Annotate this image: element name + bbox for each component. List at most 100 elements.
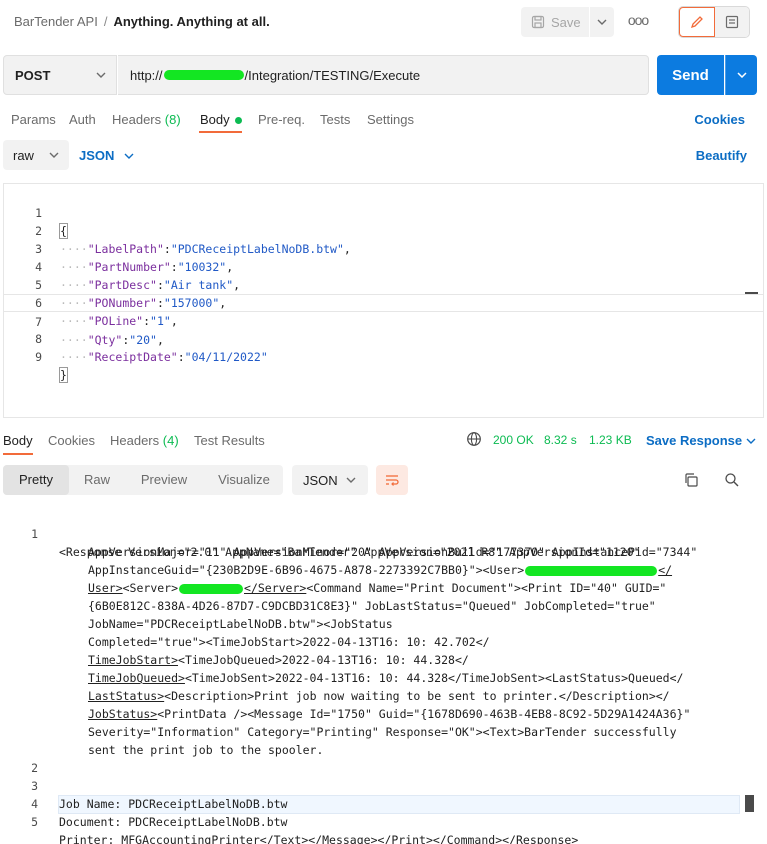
chevron-down-icon [49,152,59,158]
url-prefix: http:// [130,67,163,83]
chevron-down-icon [96,72,106,78]
body-indicator-dot [234,117,242,125]
response-line-wrap: {6B0E812C-838A-4D26-87D7-C9DCBD31C8E3}" … [0,579,767,613]
editor-line: 4 ····"PartDesc":"Air tank", [4,240,763,292]
send-dropdown-button[interactable] [725,55,757,95]
json-value: "04/11/2022" [184,350,268,364]
chevron-down-icon [597,19,607,25]
response-line: 3 Job Name: PDCReceiptLabelNoDB.btw [0,759,767,811]
response-line: 2 [0,741,767,775]
tab-auth[interactable]: Auth [69,112,96,127]
request-tabs: Params Auth Headers (8) Body Pre-req. Te… [0,108,767,136]
view-raw[interactable]: Raw [73,465,121,495]
tab-body[interactable]: Body [200,112,242,127]
search-icon[interactable] [724,472,740,488]
url-suffix: /Integration/TESTING/Execute [244,67,421,83]
code-text: </Text></Message></Print></Command></Res… [259,833,579,844]
save-response-button[interactable]: Save Response [646,433,756,448]
response-format-label: JSON [303,472,338,488]
response-tab-headers-count: (4) [162,433,179,448]
response-line-wrap: JobName="PDCReceiptLabelNoDB.btw"><JobSt… [0,597,767,631]
editor-line: 5 ····"PONumber":"157000", [4,258,763,310]
edit-view-button[interactable] [679,7,715,37]
more-icon: ooo [627,12,649,28]
response-line-wrap: Completed="true"><TimeJobStart>2022-04-1… [0,615,767,649]
request-name[interactable]: Anything. Anything at all. [113,14,269,29]
line-code: Document: PDCReceiptLabelNoDB.btw [59,815,288,829]
chevron-down-icon [346,477,356,483]
redaction-mark [163,70,244,80]
method-select[interactable]: POST [3,55,117,95]
view-visualize[interactable]: Visualize [207,465,281,495]
beautify-link[interactable]: Beautify [696,148,747,163]
body-language-label: JSON [79,148,115,163]
active-tab-indicator [199,131,242,133]
response-line-wrap: User><Server> </Server><Command Name="Pri… [0,561,767,595]
line-number: 5 [31,815,38,829]
response-tab-test-results[interactable]: Test Results [194,433,265,448]
editor-scroll-marker[interactable] [745,292,758,294]
response-line-wrap: JobStatus><PrintData /><Message Id="1750… [0,687,767,721]
response-format-select[interactable]: JSON [292,465,368,495]
pencil-icon [690,16,703,29]
copy-icon[interactable] [683,472,699,488]
breadcrumb: BarTender API / Anything. Anything at all. [14,14,270,29]
request-header: BarTender API / Anything. Anything at all.… [0,0,767,44]
close-brace: } [59,367,68,383]
line-code: } [59,366,68,384]
response-status[interactable]: 200 OK [493,433,534,447]
cookies-link[interactable]: Cookies [694,112,745,127]
tab-prerequest[interactable]: Pre-req. [258,112,305,127]
tab-settings[interactable]: Settings [367,112,414,127]
line-number: 9 [35,350,42,364]
response-line: 5 Printer: MFGAccountingPrinter</Text></… [0,795,767,844]
response-tab-headers-label: Headers [110,433,160,448]
editor-line: 2 ····"LabelPath":"PDCReceiptLabelNoDB.b… [4,204,763,256]
response-tab-cookies[interactable]: Cookies [48,433,95,448]
response-tab-body[interactable]: Body [3,433,33,448]
wrap-lines-button[interactable] [376,465,408,495]
tab-headers-count: (8) [164,112,181,127]
wrap-lines-icon [386,475,399,486]
response-line-wrap: LastStatus><Description>Print job now wa… [0,669,767,703]
save-button[interactable]: Save [521,7,589,37]
breadcrumb-collection[interactable]: BarTender API [14,14,98,29]
response-size[interactable]: 1.23 KB [589,433,632,447]
tab-headers[interactable]: Headers (8) [112,112,181,127]
documentation-view-button[interactable] [715,7,749,37]
request-body-editor[interactable]: 1 { 2 ····"LabelPath":"PDCReceiptLabelNo… [3,183,764,418]
body-language-select[interactable]: JSON [79,148,134,163]
editor-line-current: 7 ····"Qty":"20", [4,294,763,347]
response-line-wrap: TimeJobStart><TimeJobQueued>2022-04-13T1… [0,633,767,667]
editor-line: 1 { [4,186,763,239]
tab-params[interactable]: Params [11,112,56,127]
chevron-down-icon [736,72,747,78]
response-line-wrap: sent the print job to the spooler. [0,723,767,757]
save-label: Save [551,14,581,30]
response-line-wrap: TimeJobQueued><TimeJobSent>2022-04-13T16… [0,651,767,685]
tab-body-label: Body [200,112,230,127]
save-dropdown-button[interactable] [590,7,614,37]
view-toggle [678,6,750,38]
response-line-wrap: AppInstanceGuid="{230B2D9E-6B96-4675-A87… [0,543,767,577]
method-label: POST [15,67,51,83]
text-cursor [745,795,754,812]
globe-icon[interactable] [466,431,482,447]
chevron-down-icon [124,153,134,159]
tab-headers-label: Headers [112,112,162,127]
response-tab-headers[interactable]: Headers (4) [110,433,179,448]
tab-tests[interactable]: Tests [320,112,350,127]
response-time[interactable]: 8.32 s [544,433,577,447]
editor-line: 6 ····"POLine":"1", [4,276,763,328]
editor-line: 3 ····"PartNumber":"10032", [4,222,763,274]
send-button[interactable]: Send [657,55,724,95]
code-text: Printer: MFGAccountingPrinter [59,833,260,844]
save-response-label: Save Response [646,433,743,448]
body-mode-label: raw [13,147,34,163]
view-preview[interactable]: Preview [127,465,201,495]
view-pretty[interactable]: Pretty [3,465,69,495]
body-mode-select[interactable]: raw [3,140,69,170]
url-input[interactable]: http:// /Integration/TESTING/Execute [118,55,649,95]
breadcrumb-separator: / [103,14,108,29]
more-actions-button[interactable]: ooo [627,12,649,32]
